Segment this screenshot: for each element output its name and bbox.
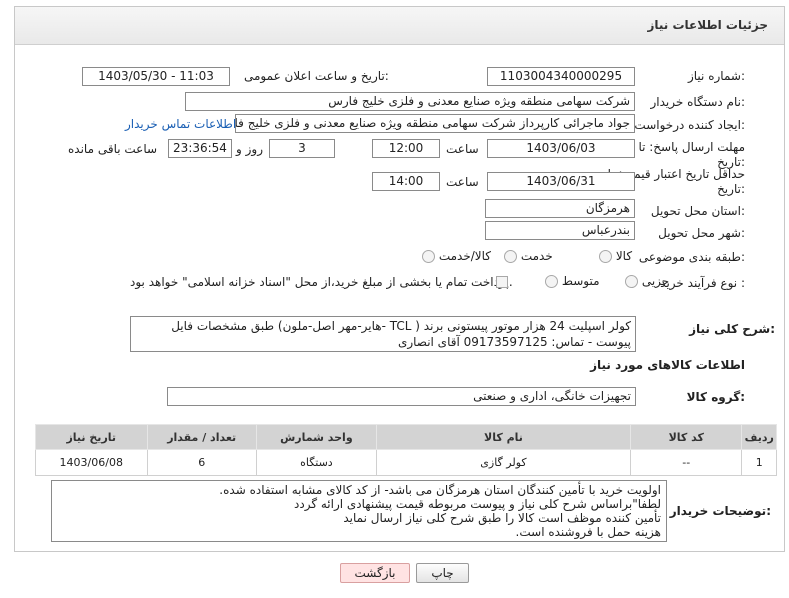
remaining-time-field[interactable]: 23:36:54 xyxy=(168,139,232,158)
deadline-time-field[interactable]: 12:00 xyxy=(372,139,440,158)
category-radio-service[interactable]: خدمت xyxy=(504,249,553,263)
col-code: کد کالا xyxy=(629,424,743,450)
category-label: طبقه بندی موضوعی: xyxy=(638,250,745,264)
print-button[interactable]: چاپ xyxy=(416,563,469,583)
remaining-label: ساعت باقی مانده xyxy=(68,142,158,156)
requester-field[interactable]: جواد ماجرائی کارپرداز شرکت سهامی منطقه و… xyxy=(235,114,635,133)
category-radio-goods-service[interactable]: کالا/خدمت xyxy=(422,249,491,263)
deadline-date-field[interactable]: 1403/06/03 xyxy=(487,139,635,158)
cell-code: -- xyxy=(629,449,743,476)
deadline-time-label: ساعت xyxy=(446,142,479,156)
goods-table: ردیف کد کالا نام کالا واحد شمارش تعداد /… xyxy=(35,424,777,476)
buyer-label: نام دستگاه خریدار: xyxy=(650,95,746,109)
city-label: شهر محل تحویل: xyxy=(658,226,745,240)
buyer-notes-label: توضیحات خریدار: xyxy=(669,504,771,518)
days-and-label: روز و xyxy=(236,142,263,156)
announce-datetime-field[interactable]: 1403/05/30 - 11:03 xyxy=(82,67,230,86)
cell-qty: 6 xyxy=(146,449,257,476)
buyer-name-field[interactable]: شرکت سهامی منطقه ویژه صنایع معدنی و فلزی… xyxy=(185,92,635,111)
description-field[interactable]: کولر اسپلیت 24 هزار موتور پیستونی برند (… xyxy=(130,316,636,352)
goods-section-title: اطلاعات کالاهای مورد نیاز xyxy=(590,358,745,372)
validity-date-field[interactable]: 1403/06/31 xyxy=(487,172,635,191)
goods-table-header: ردیف کد کالا نام کالا واحد شمارش تعداد /… xyxy=(35,424,777,450)
cell-date: 1403/06/08 xyxy=(35,449,148,476)
buyer-notes-field[interactable]: اولویت خرید با تأمین کنندگان استان هرمزگ… xyxy=(51,480,667,542)
remaining-days-field[interactable]: 3 xyxy=(269,139,335,158)
requester-label: ایجاد کننده درخواست: xyxy=(634,118,745,132)
city-field[interactable]: بندرعباس xyxy=(485,221,635,240)
province-field[interactable]: هرمزگان xyxy=(485,199,635,218)
deadline-label: مهلت ارسال پاسخ: تا xyxy=(638,140,745,154)
cell-unit: دستگاه xyxy=(255,449,377,476)
cell-name: کولر گازی xyxy=(375,449,631,476)
validity-label-date: تاریخ: xyxy=(717,182,745,196)
process-radio-minor[interactable]: جزیی xyxy=(625,274,669,288)
buyer-note-line: تأمین کننده موظف است کالا را طبق شرح کلی… xyxy=(343,511,661,525)
back-button[interactable]: بازگشت xyxy=(340,563,410,583)
buyer-contact-link[interactable]: اطلاعات تماس خریدار xyxy=(125,117,236,131)
col-row: ردیف xyxy=(741,424,777,450)
category-radio-goods[interactable]: کالا xyxy=(599,249,632,263)
panel-header: جزئیات اطلاعات نیاز xyxy=(15,7,784,45)
process-label: نوع فرآیند خرید : xyxy=(660,276,745,290)
cell-row: 1 xyxy=(741,449,777,476)
province-label: استان محل تحویل: xyxy=(650,204,745,218)
table-row: 1 -- کولر گازی دستگاه 6 1403/06/08 xyxy=(35,449,777,476)
process-radio-medium[interactable]: متوسط xyxy=(545,274,600,288)
buyer-note-line: هزینه حمل با فروشنده است. xyxy=(515,525,661,539)
col-qty: تعداد / مقدار xyxy=(146,424,257,450)
goods-group-label: گروه کالا: xyxy=(686,390,745,404)
buyer-note-line: اولویت خرید با تأمین کنندگان استان هرمزگ… xyxy=(219,483,661,497)
treasury-checkbox[interactable] xyxy=(496,274,508,288)
validity-time-label: ساعت xyxy=(446,175,479,189)
col-date: تاریخ نیاز xyxy=(35,424,148,450)
need-number-label: شماره نیاز: xyxy=(687,69,745,83)
goods-group-field[interactable]: تجهیزات خانگی، اداری و صنعتی xyxy=(167,387,636,406)
announce-label: تاریخ و ساعت اعلان عمومی: xyxy=(244,69,389,83)
col-name: نام کالا xyxy=(375,424,631,450)
description-label: شرح کلی نیاز: xyxy=(689,322,775,336)
payment-note: پرداخت تمام یا بخشی از مبلغ خرید،از محل … xyxy=(130,275,513,289)
need-number-field[interactable]: 1103004340000295 xyxy=(487,67,635,86)
col-unit: واحد شمارش xyxy=(255,424,377,450)
page-title: جزئیات اطلاعات نیاز xyxy=(647,18,768,32)
buyer-note-line: لطفا"براساس شرح کلی نیاز و پیوست مربوطه … xyxy=(294,497,661,511)
validity-time-field[interactable]: 14:00 xyxy=(372,172,440,191)
